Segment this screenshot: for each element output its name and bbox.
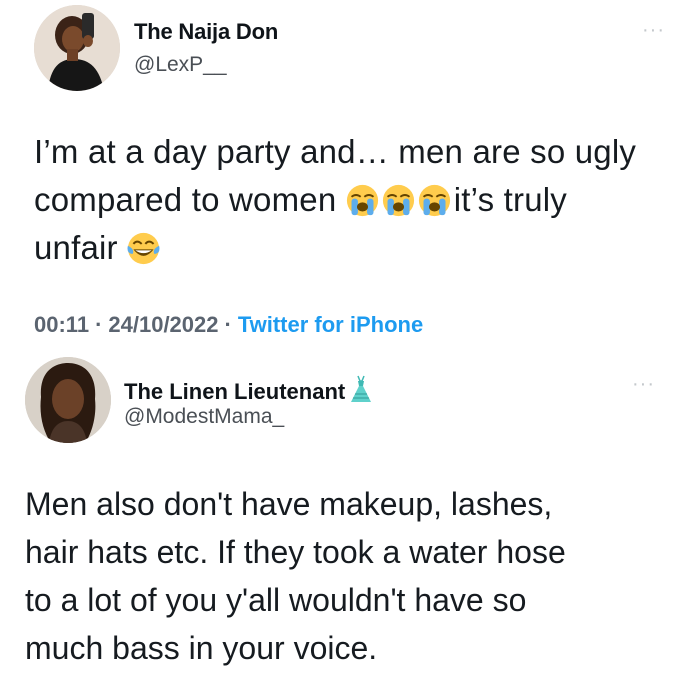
author-name[interactable]: The Linen Lieutenant bbox=[124, 375, 373, 405]
tweet-meta: 00:11 · 24/10/2022 · Twitter for iPhone bbox=[34, 312, 423, 338]
tweet-text-line: hair hats etc. If they took a water hose bbox=[25, 534, 566, 570]
tweet-date[interactable]: 24/10/2022 bbox=[108, 312, 218, 337]
meta-separator: · bbox=[224, 312, 232, 337]
more-options-icon[interactable]: ··· bbox=[642, 20, 665, 40]
meta-separator: · bbox=[95, 312, 103, 337]
author-name-text: The Linen Lieutenant bbox=[124, 379, 346, 404]
tweet-text: I’m at a day party and… men are so ugly … bbox=[34, 128, 684, 272]
avatar-image bbox=[34, 5, 120, 91]
tweet-reply: The Linen Lieutenant @ModestMama_ ··· Me… bbox=[0, 352, 700, 689]
avatar-image bbox=[25, 357, 111, 443]
more-options-icon[interactable]: ··· bbox=[632, 374, 655, 394]
tweet-text-line: I’m at a day party and… men are so ugly bbox=[34, 133, 637, 170]
author-handle[interactable]: @ModestMama_ bbox=[124, 405, 284, 429]
tweet-text-line: to a lot of you y'all wouldn't have so bbox=[25, 582, 527, 618]
tweet-text-line: much bass in your voice. bbox=[25, 630, 378, 666]
tweet-text: Men also don't have makeup, lashes, hair… bbox=[25, 480, 685, 672]
tweet-time[interactable]: 00:11 bbox=[34, 312, 89, 337]
loudly-crying-face-icon bbox=[418, 184, 450, 217]
author-handle[interactable]: @LexP__ bbox=[134, 53, 227, 77]
dress-icon bbox=[351, 375, 372, 402]
loudly-crying-face-icon bbox=[346, 184, 378, 217]
tweet-text-fragment: unfair bbox=[34, 229, 118, 266]
tweet-source[interactable]: Twitter for iPhone bbox=[238, 312, 423, 337]
tweet-original: The Naija Don @LexP__ ··· I’m at a day p… bbox=[0, 0, 700, 352]
face-with-tears-of-joy-icon bbox=[127, 232, 160, 265]
avatar-the-linen-lieutenant[interactable] bbox=[25, 357, 111, 443]
tweet-text-fragment: compared to women bbox=[34, 181, 337, 218]
author-name[interactable]: The Naija Don bbox=[134, 19, 278, 45]
tweet-text-line: compared to women it’s truly bbox=[34, 176, 684, 224]
tweet-text-fragment: it’s truly bbox=[453, 181, 568, 218]
avatar-the-naija-don[interactable] bbox=[34, 5, 120, 91]
loudly-crying-face-icon bbox=[382, 184, 414, 217]
tweet-text-line: Men also don't have makeup, lashes, bbox=[25, 486, 553, 522]
tweet-text-line: unfair bbox=[34, 224, 684, 272]
